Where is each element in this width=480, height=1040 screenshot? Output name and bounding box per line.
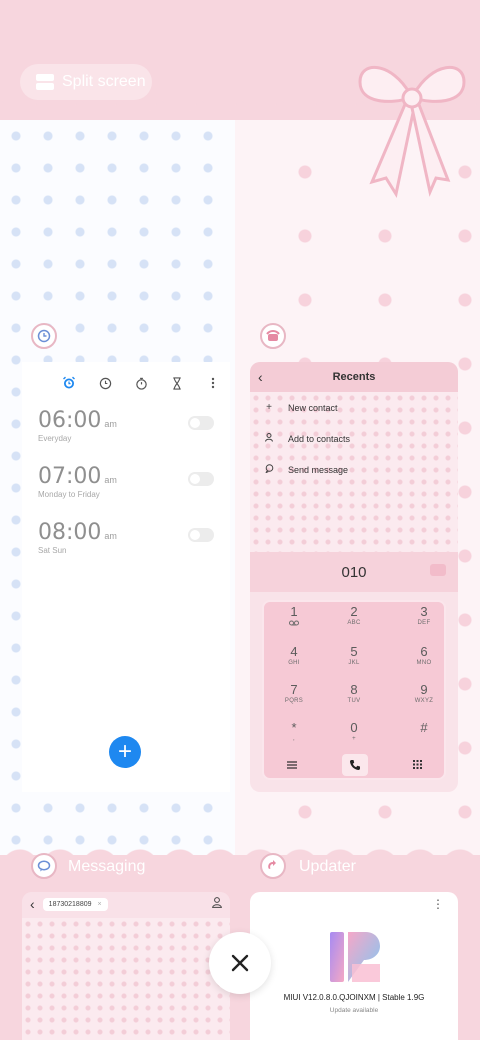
chip-close-icon[interactable]: × xyxy=(97,901,101,908)
phone-app-card[interactable]: ‹ Recents + New contact Add to contacts … xyxy=(250,362,458,792)
messaging-body xyxy=(22,918,230,1040)
dialer-number-row: 010 xyxy=(250,552,458,592)
more-icon[interactable] xyxy=(206,376,220,390)
call-button[interactable] xyxy=(341,754,368,776)
key-star[interactable]: *, xyxy=(274,720,314,742)
alarm-repeat: Sat Sun xyxy=(38,546,67,555)
alarm-repeat: Monday to Friday xyxy=(38,490,100,499)
messaging-app-card[interactable]: ‹ 18730218809 × xyxy=(22,892,230,1040)
alarm-toggle[interactable] xyxy=(188,416,214,430)
backspace-icon[interactable] xyxy=(430,564,446,576)
key-1[interactable]: 1 xyxy=(274,604,314,628)
menu-icon[interactable] xyxy=(286,756,297,774)
dial-keypad: 1 2 ABC 3 DEF 4 GHI 5 JKL 6 MNO 7 PQRS 8 TUV 9W… xyxy=(262,600,446,780)
keypad-actions xyxy=(264,752,444,778)
clock-icon[interactable] xyxy=(98,376,112,390)
alarm-time: 06:00 xyxy=(38,408,102,433)
dialer-title: Recents xyxy=(332,371,376,383)
split-screen-button[interactable]: Split screen xyxy=(20,64,152,100)
person-icon xyxy=(264,433,274,445)
clock-app-icon[interactable] xyxy=(31,323,57,349)
timer-icon[interactable] xyxy=(170,376,184,390)
phone-app-icon[interactable] xyxy=(260,323,286,349)
more-icon[interactable]: ⋮ xyxy=(432,898,444,910)
key-0[interactable]: 0 + xyxy=(334,720,374,742)
new-contact-item[interactable]: + New contact xyxy=(264,402,338,413)
back-chevron-icon[interactable]: ‹ xyxy=(258,369,263,385)
clock-toolbar xyxy=(62,368,220,398)
key-9[interactable]: 9 WXYZ xyxy=(404,682,444,704)
alarm-ampm: am xyxy=(104,531,117,541)
messaging-header: ‹ 18730218809 × xyxy=(22,892,230,916)
miui-logo-icon xyxy=(330,932,380,982)
split-screen-label: Split screen xyxy=(62,73,146,90)
key-7[interactable]: 7 PQRS xyxy=(274,682,314,704)
dialer-header: ‹ Recents xyxy=(250,362,458,392)
key-6[interactable]: 6 MNO xyxy=(404,644,444,666)
stopwatch-icon[interactable] xyxy=(134,376,148,390)
update-status: Update available xyxy=(329,1007,379,1014)
key-hash[interactable]: # xyxy=(404,720,444,736)
split-screen-icon xyxy=(36,74,54,90)
alarm-time: 08:00 xyxy=(38,520,102,545)
alarm-item[interactable]: 07:00 am Monday to Friday xyxy=(38,464,218,504)
update-version: MIUI V12.0.8.0.QJOINXM | Stable 1.9G xyxy=(283,993,425,1002)
alarm-item[interactable]: 06:00 am Everyday xyxy=(38,408,218,448)
alarm-repeat: Everyday xyxy=(38,434,72,443)
messaging-app-name: Messaging xyxy=(68,858,146,875)
recipient-chip[interactable]: 18730218809 × xyxy=(42,897,108,911)
updater-app-name: Updater xyxy=(299,858,356,875)
voicemail-icon xyxy=(289,620,299,626)
add-alarm-button[interactable]: + xyxy=(109,736,141,768)
key-8[interactable]: 8 TUV xyxy=(334,682,374,704)
key-3[interactable]: 3 DEF xyxy=(404,604,444,626)
alarm-ampm: am xyxy=(104,475,117,485)
alarm-icon[interactable] xyxy=(62,376,76,390)
dialer-menu: + New contact Add to contacts Send messa… xyxy=(250,392,458,552)
updater-app-icon[interactable] xyxy=(260,853,286,879)
key-4[interactable]: 4 GHI xyxy=(274,644,314,666)
dialpad-icon[interactable] xyxy=(412,756,422,774)
chat-bubble-icon xyxy=(264,464,274,476)
add-to-contacts-label: Add to contacts xyxy=(288,434,351,444)
contact-icon[interactable] xyxy=(212,895,222,913)
messaging-app-icon[interactable] xyxy=(31,853,57,879)
alarm-time: 07:00 xyxy=(38,464,102,489)
alarm-item[interactable]: 08:00 am Sat Sun xyxy=(38,520,218,560)
alarm-ampm: am xyxy=(104,419,117,429)
add-to-contacts-item[interactable]: Add to contacts xyxy=(264,433,350,445)
clock-app-card[interactable]: 06:00 am Everyday 07:00 am Monday to Frida… xyxy=(22,362,230,792)
new-contact-label: New contact xyxy=(288,402,338,413)
alarm-toggle[interactable] xyxy=(188,528,214,542)
key-5[interactable]: 5 JKL xyxy=(334,644,374,666)
phone-icon xyxy=(349,760,360,770)
close-icon xyxy=(231,954,249,972)
plus-icon: + xyxy=(266,402,272,413)
ribbon-bow-icon xyxy=(358,66,466,198)
send-message-label: Send message xyxy=(288,465,349,475)
recipient-number: 18730218809 xyxy=(48,900,92,908)
alarm-toggle[interactable] xyxy=(188,472,214,486)
dialed-number: 010 xyxy=(341,564,367,581)
updater-app-card[interactable]: ⋮ MIUI V12.0.8.0.QJOINXM | Stable 1.9G U… xyxy=(250,892,458,1040)
send-message-item[interactable]: Send message xyxy=(264,464,348,476)
back-chevron-icon[interactable]: ‹ xyxy=(30,896,35,912)
close-all-button[interactable] xyxy=(209,932,271,994)
key-2[interactable]: 2 ABC xyxy=(334,604,374,626)
